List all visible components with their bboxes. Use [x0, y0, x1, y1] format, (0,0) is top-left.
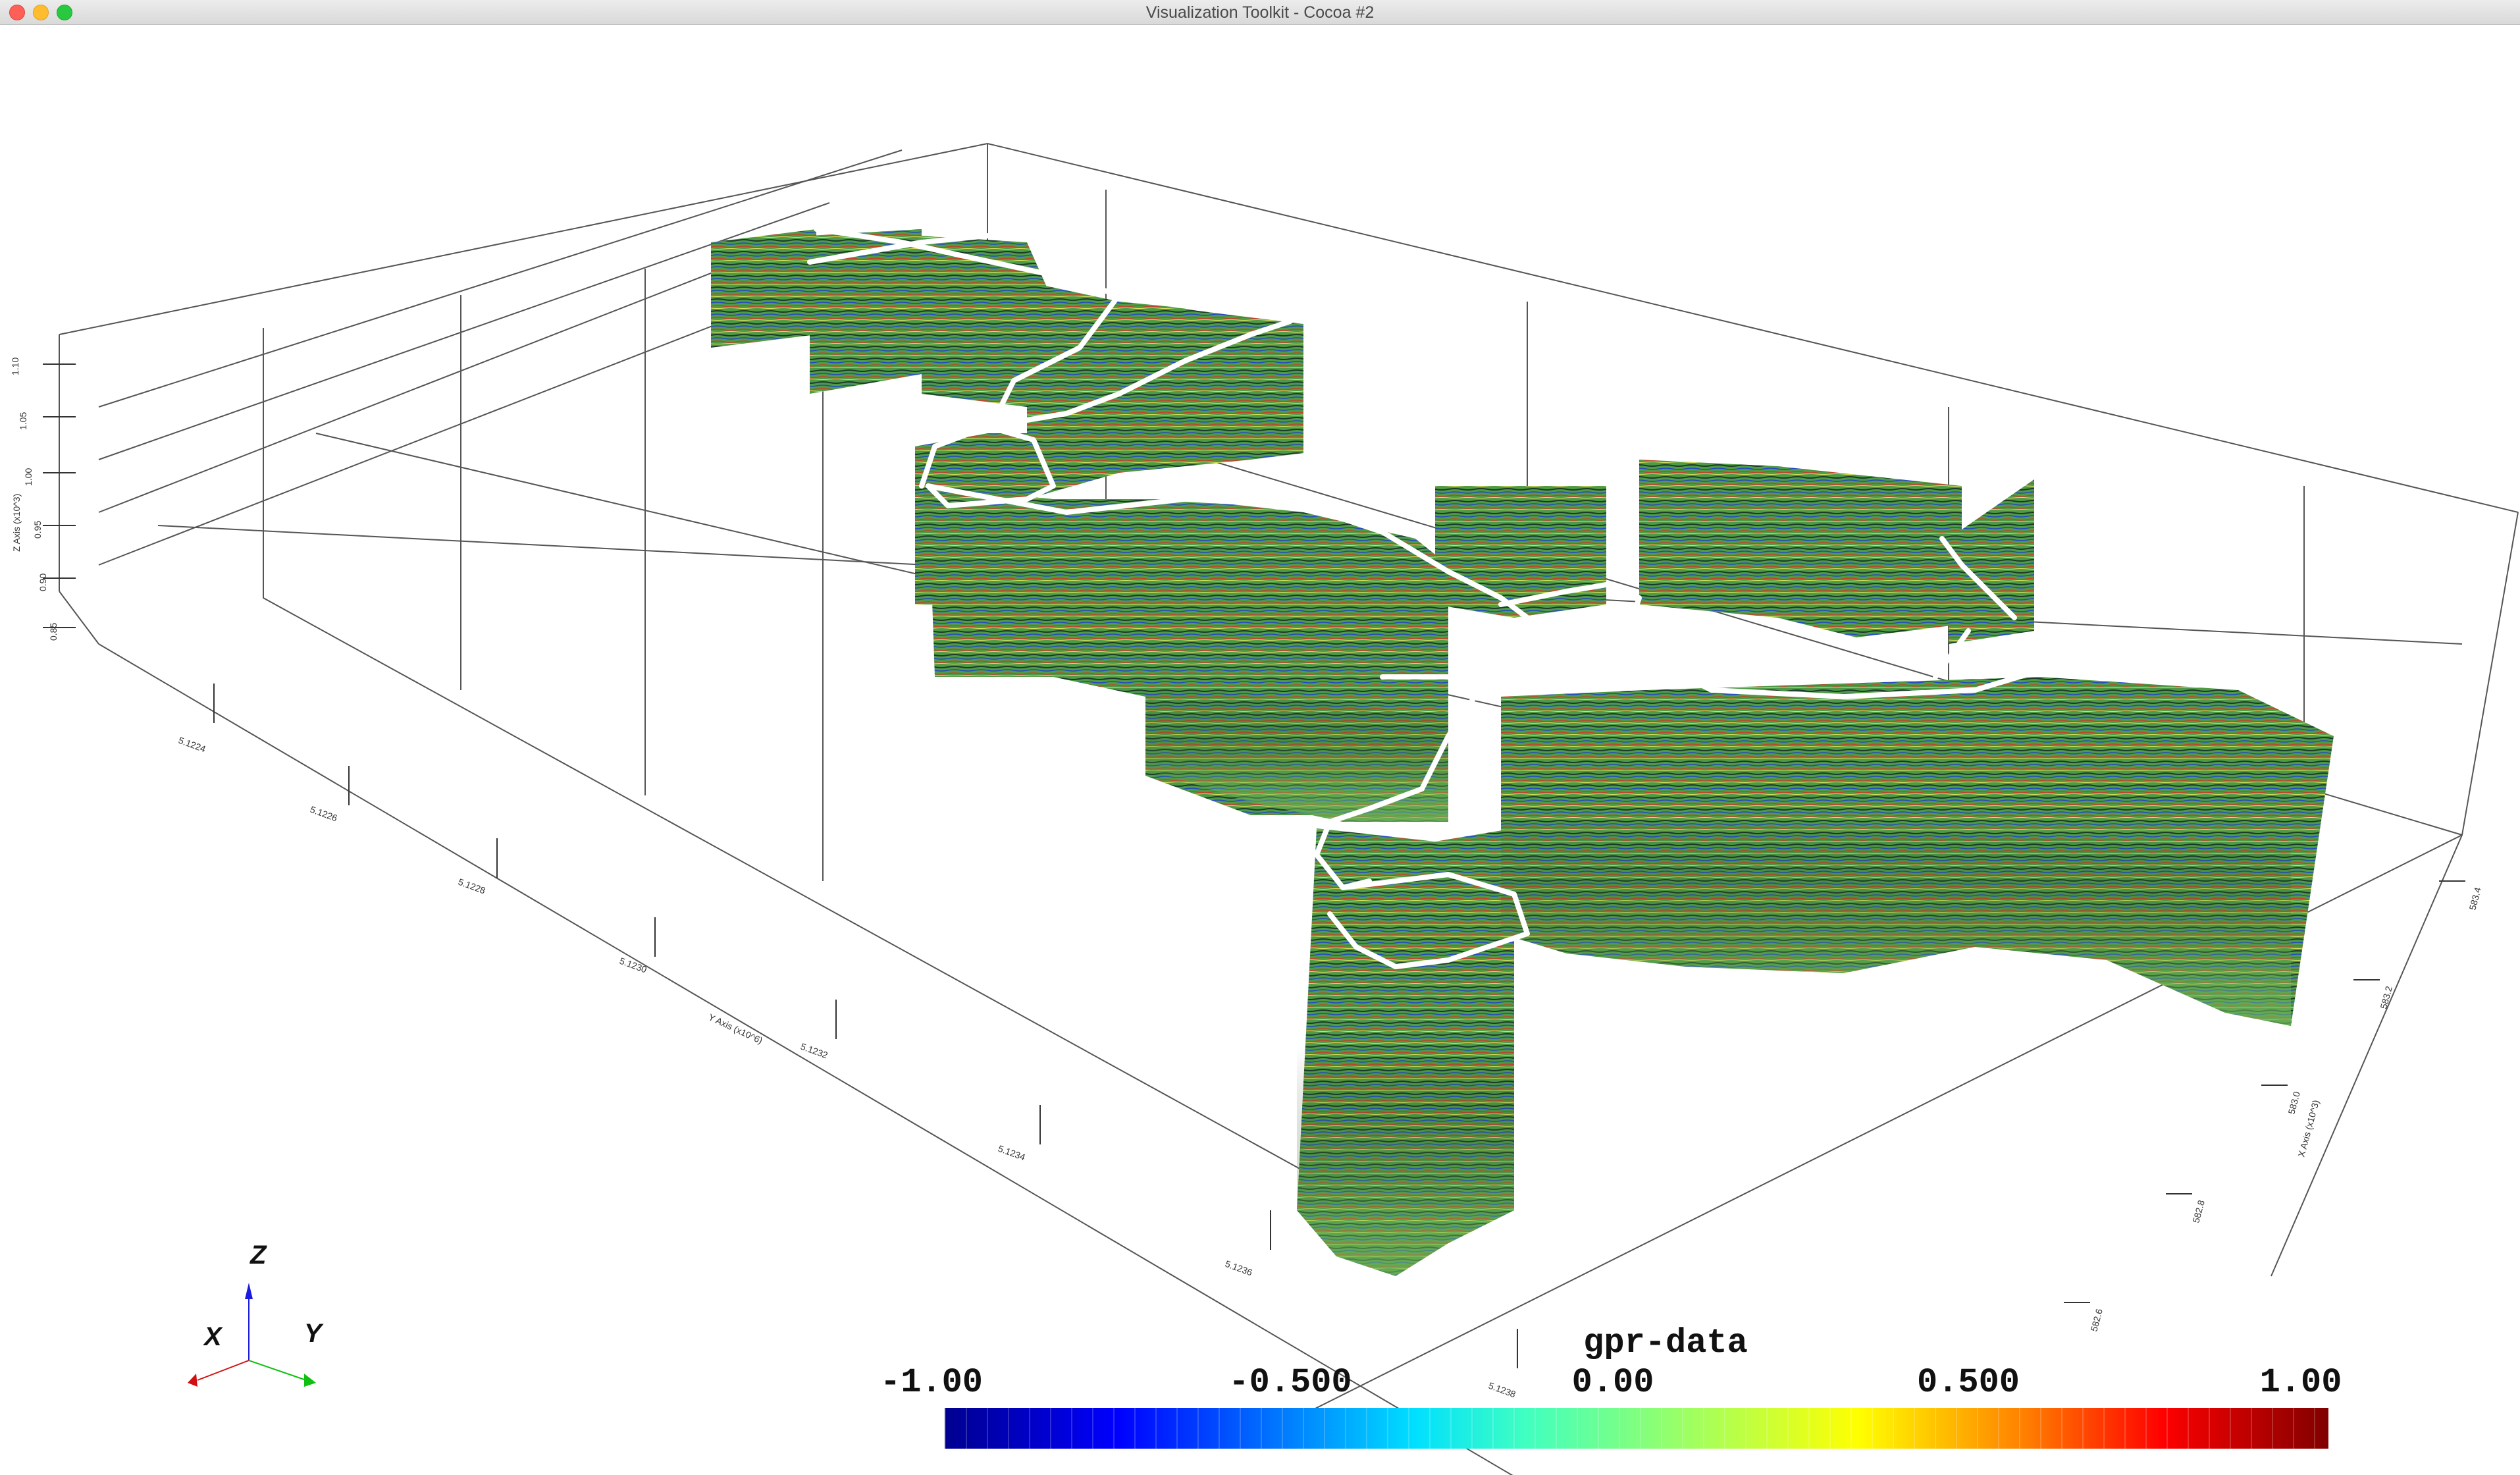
orientation-x-label: X — [204, 1322, 222, 1351]
colorbar-label: 0.00 — [1571, 1363, 1654, 1402]
x-axis-label: X Axis (x10^3) — [2296, 1099, 2321, 1158]
z-tick-label: 0.90 — [38, 574, 48, 591]
colorbar-label: -1.00 — [879, 1363, 984, 1402]
colorbar-label: 0.500 — [1916, 1363, 2020, 1402]
y-arrow-icon — [304, 1374, 316, 1387]
orientation-y-label: Y — [304, 1319, 322, 1348]
z-arrow-icon — [245, 1283, 253, 1299]
window-titlebar: Visualization Toolkit - Cocoa #2 — [0, 0, 2520, 25]
window-title: Visualization Toolkit - Cocoa #2 — [1145, 3, 1375, 22]
z-tick-label: 1.10 — [10, 358, 20, 375]
x-tick-label: 582.8 — [2190, 1199, 2207, 1224]
y-tick-label: 5.1224 — [177, 735, 207, 755]
gpr-panel[interactable] — [711, 229, 816, 348]
z-tick-label: 1.00 — [23, 468, 34, 486]
z-tick-label: 1.05 — [18, 412, 28, 430]
orientation-z-label: Z — [250, 1241, 267, 1270]
3d-scene[interactable]: 1.10 1.05 1.00 0.95 0.90 0.85 Z Axis (x1… — [0, 25, 2520, 1475]
gpr-panel[interactable] — [1639, 460, 1962, 637]
y-tick-label: 5.1226 — [309, 804, 339, 824]
x-arrow-icon — [188, 1374, 197, 1387]
x-tick-label: 582.6 — [2088, 1308, 2105, 1333]
gpr-panels[interactable] — [711, 229, 2334, 1276]
y-tick-label: 5.1234 — [997, 1143, 1027, 1163]
z-tick-label: 0.85 — [48, 623, 59, 641]
z-tick-label: 0.95 — [32, 521, 43, 539]
render-viewport[interactable]: 1.10 1.05 1.00 0.95 0.90 0.85 Z Axis (x1… — [0, 25, 2520, 1475]
z-axis-label: Z Axis (x10^3) — [11, 494, 22, 552]
y-tick-label: 5.1236 — [1224, 1258, 1254, 1278]
y-tick-label: 5.1232 — [799, 1041, 829, 1061]
x-tick-label: 583.0 — [2286, 1090, 2302, 1115]
y-tick-label: 5.1228 — [457, 876, 487, 896]
x-tick-label: 583.4 — [2467, 886, 2483, 911]
y-tick-label: 5.1238 — [1487, 1380, 1517, 1400]
colorbar-label: -0.500 — [1228, 1363, 1352, 1402]
colorbar-label: 1.00 — [2259, 1363, 2342, 1402]
y-axis-label: Y Axis (x10^6) — [707, 1011, 764, 1046]
gpr-panel[interactable] — [1356, 888, 1514, 986]
colorbar-title: gpr-data — [1583, 1324, 1748, 1362]
